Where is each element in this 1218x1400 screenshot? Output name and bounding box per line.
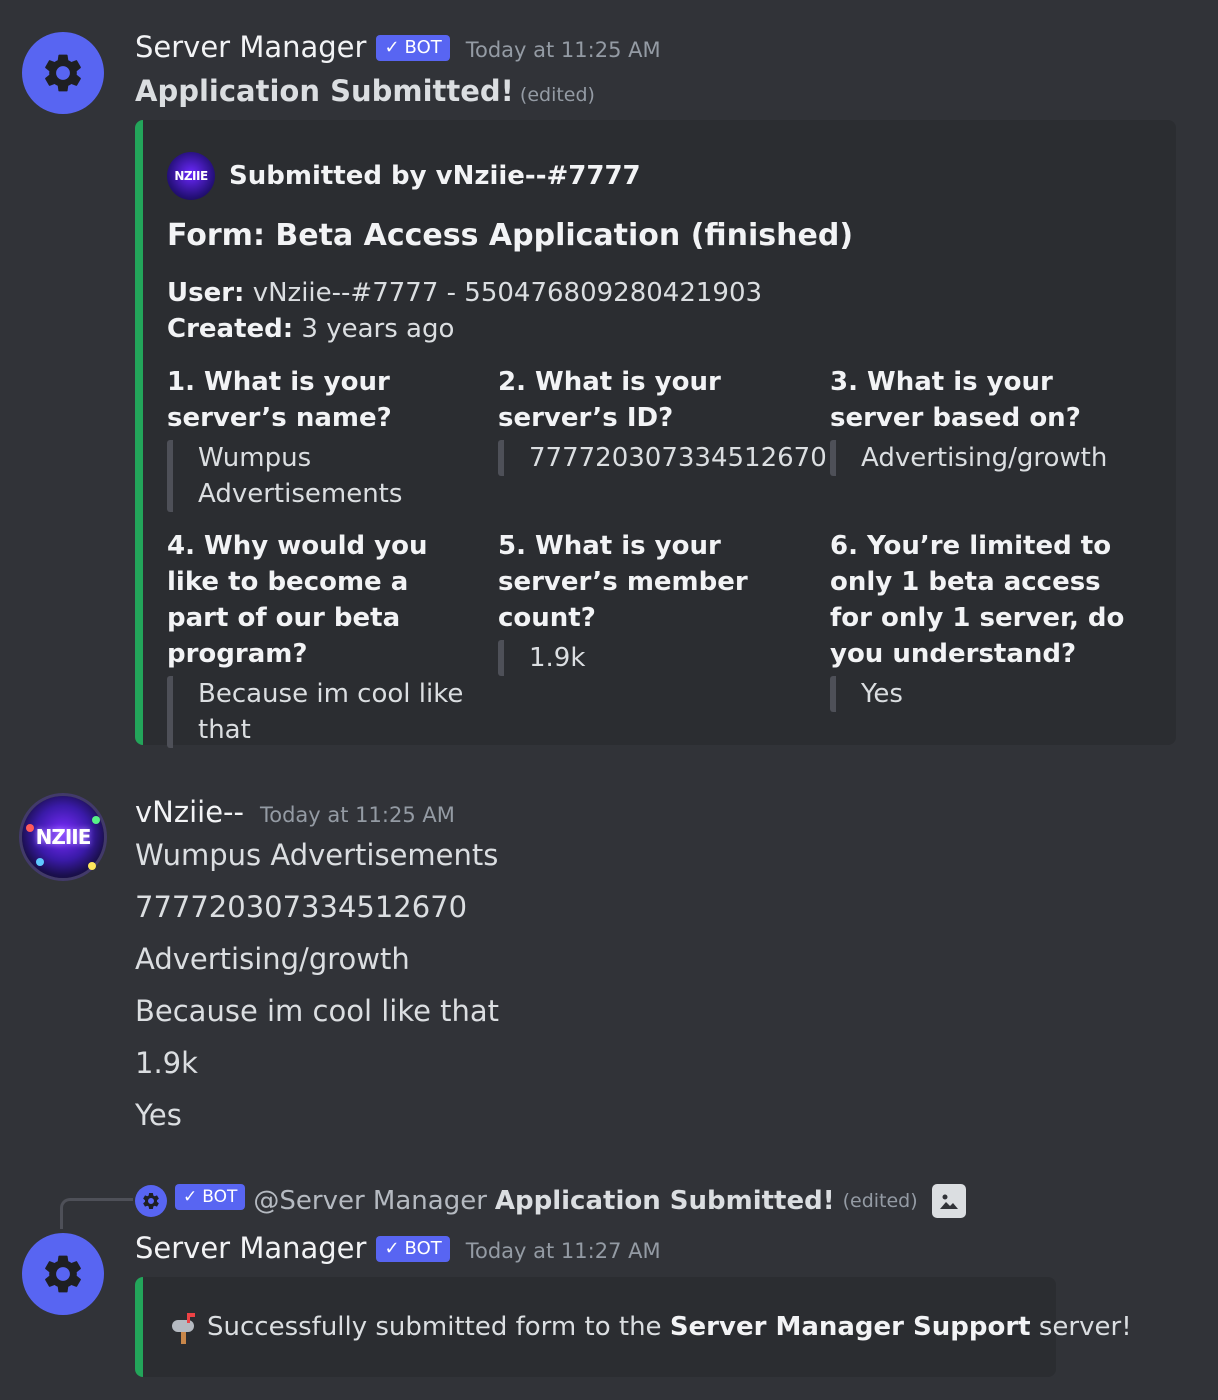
gear-icon xyxy=(45,1255,81,1293)
message-line: 777720307334512670 xyxy=(135,890,468,924)
embed-user-line: User: vNziie--#7777 - 550476809280421903 xyxy=(167,278,763,308)
reply-mention[interactable]: @Server Manager xyxy=(253,1186,487,1216)
server-name: Server Manager Support xyxy=(669,1312,1031,1342)
message-line: 1.9k xyxy=(135,1046,198,1080)
embed-author: NZIIE Submitted by vNziie--#7777 xyxy=(167,152,641,200)
embed-field: 1. What is your server’s name? Wumpus Ad… xyxy=(167,364,477,512)
success-embed: Successfully submitted form to the Serve… xyxy=(135,1277,1132,1377)
embed-title: Form: Beta Access Application (finished) xyxy=(167,218,854,253)
checkmark-icon: ✓ xyxy=(183,1187,198,1207)
user-avatar[interactable]: NZIIE xyxy=(22,796,104,878)
reply-preview[interactable]: ✓ BOT @Server Manager Application Submitt… xyxy=(135,1184,966,1218)
reply-avatar xyxy=(135,1185,167,1217)
author-name[interactable]: vNziie-- xyxy=(135,795,244,829)
bot-avatar[interactable] xyxy=(22,32,104,114)
gear-icon xyxy=(143,1193,159,1209)
bot-avatar[interactable] xyxy=(22,1233,104,1315)
gear-icon xyxy=(45,54,81,92)
edited-label: (edited) xyxy=(519,84,595,106)
bot-tag: ✓ BOT xyxy=(175,1184,246,1210)
checkmark-icon: ✓ xyxy=(384,1238,400,1259)
embed-created-line: Created: 3 years ago xyxy=(167,314,455,344)
author-name[interactable]: Server Manager xyxy=(135,30,366,64)
embed-field: 5. What is your server’s member count? 1… xyxy=(498,528,808,676)
embed-field: 6. You’re limited to only 1 beta access … xyxy=(830,528,1140,712)
checkmark-icon: ✓ xyxy=(384,37,400,58)
message-content: Application Submitted! (edited) xyxy=(135,74,595,108)
embed-field: 4. Why would you like to become a part o… xyxy=(167,528,477,748)
embed-author-name: Submitted by vNziie--#7777 xyxy=(229,161,641,191)
application-embed: NZIIE Submitted by vNziie--#7777 Form: B… xyxy=(135,120,1176,748)
embed-field: 3. What is your server based on? Adverti… xyxy=(830,364,1140,476)
embed-author-avatar: NZIIE xyxy=(167,152,215,200)
timestamp[interactable]: Today at 11:25 AM xyxy=(466,38,661,62)
mailbox-icon xyxy=(167,1310,201,1344)
message-line: Because im cool like that xyxy=(135,994,500,1028)
message-line: Yes xyxy=(135,1098,182,1132)
bot-tag: ✓ BOT xyxy=(376,1235,450,1262)
edited-label: (edited) xyxy=(842,1190,918,1212)
timestamp[interactable]: Today at 11:27 AM xyxy=(466,1239,661,1263)
message-line: Wumpus Advertisements xyxy=(135,838,499,872)
author-name[interactable]: Server Manager xyxy=(135,1231,366,1265)
image-icon xyxy=(931,1184,966,1218)
success-message: Successfully submitted form to the Serve… xyxy=(207,1312,1132,1342)
bot-tag: ✓ BOT xyxy=(376,34,450,61)
reply-connector xyxy=(60,1198,133,1229)
message-line: Advertising/growth xyxy=(135,942,410,976)
reply-text[interactable]: Application Submitted! xyxy=(495,1186,835,1216)
embed-field: 2. What is your server’s ID? 77772030733… xyxy=(498,364,827,476)
timestamp[interactable]: Today at 11:25 AM xyxy=(260,803,455,827)
